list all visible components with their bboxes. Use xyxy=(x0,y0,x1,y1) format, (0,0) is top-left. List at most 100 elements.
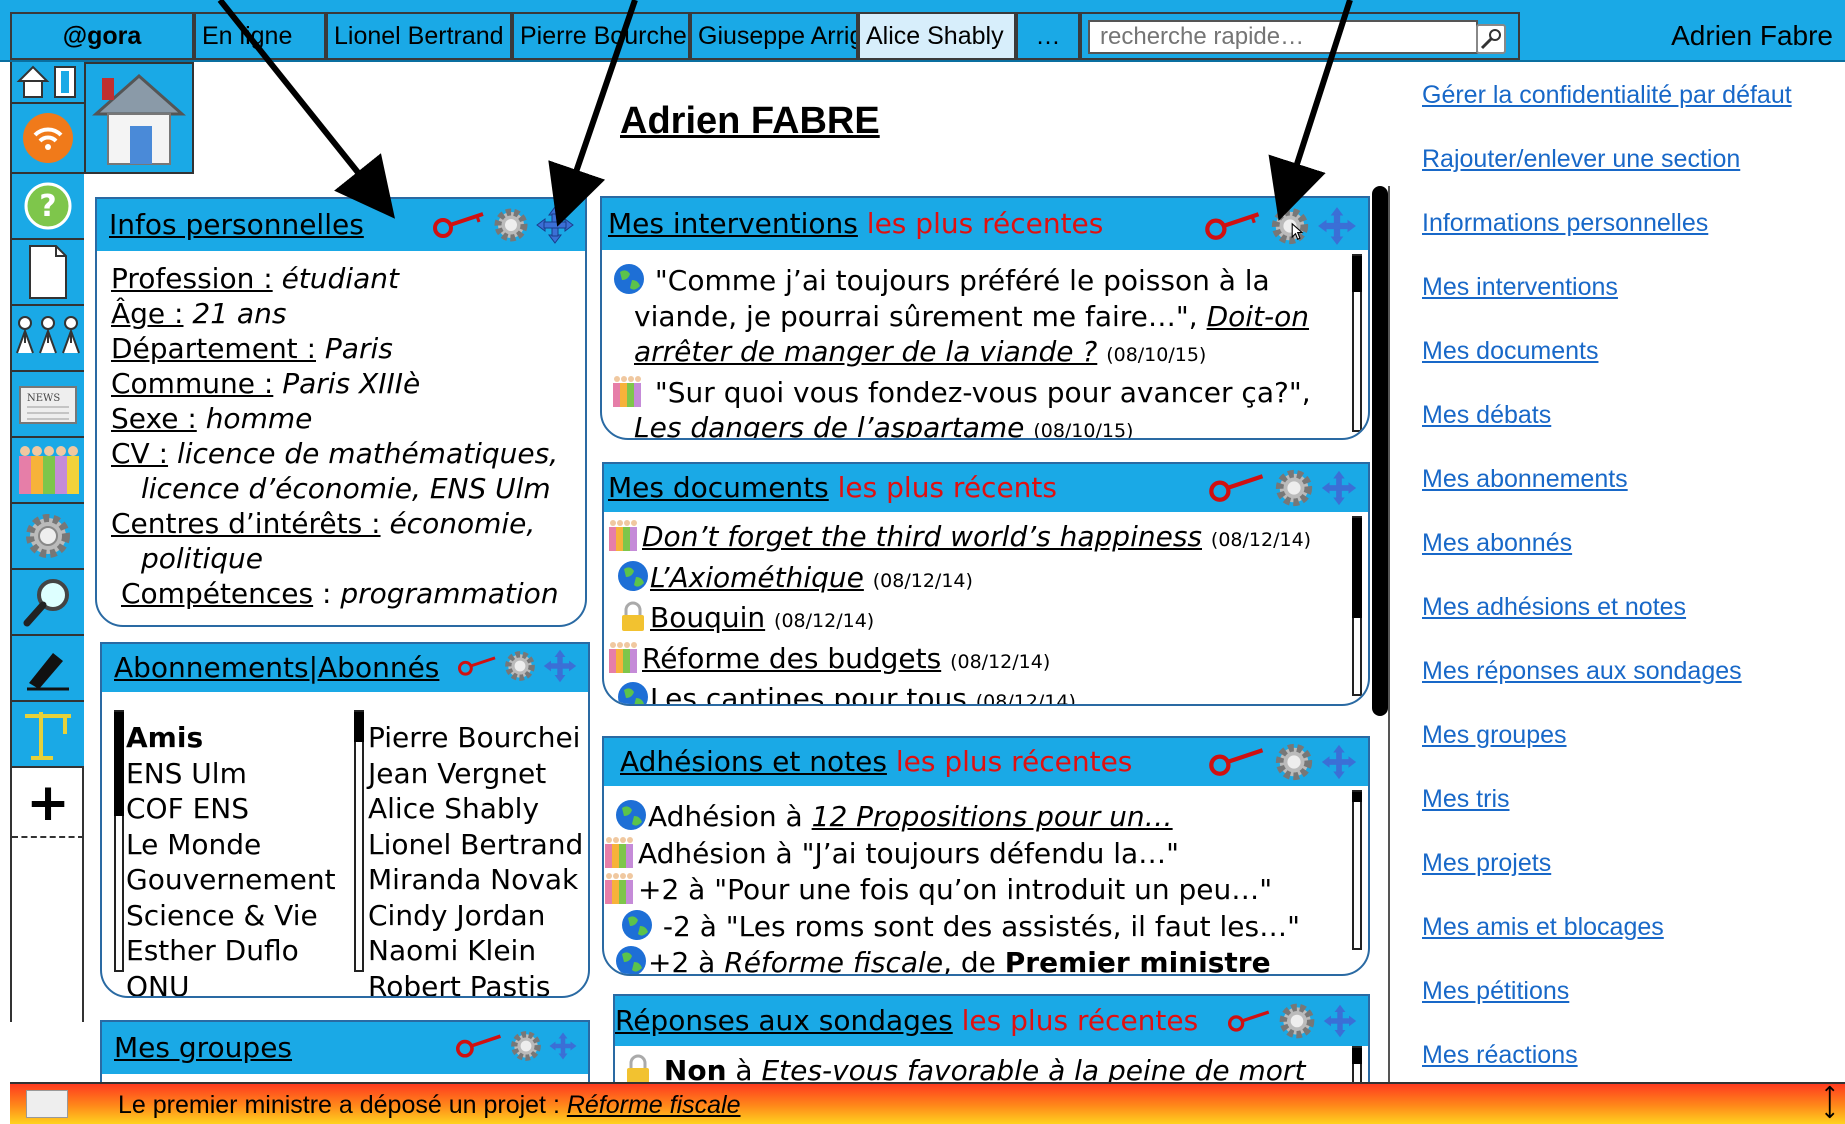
author-name[interactable]: Premier ministre xyxy=(1005,946,1271,974)
link-interventions[interactable]: Mes interventions xyxy=(1422,272,1792,336)
widget-title-link[interactable]: Infos personnelles xyxy=(109,208,364,241)
subscribers-scrollbar[interactable] xyxy=(354,710,364,972)
list-item[interactable]: Jean Vergnet xyxy=(368,756,583,792)
notification-link[interactable]: Réforme fiscale xyxy=(567,1091,741,1119)
document-link[interactable]: Bouquin xyxy=(650,601,765,634)
news-button[interactable]: NEWS xyxy=(12,372,84,438)
up-down-arrows-icon[interactable]: ↑ ↓ xyxy=(1821,1085,1839,1123)
widget-header: Abonnements|Abonnés xyxy=(102,644,588,692)
adhesion-link[interactable]: Réforme fiscale xyxy=(724,946,943,974)
link-subscribers[interactable]: Mes abonnés xyxy=(1422,528,1792,592)
gear-icon[interactable] xyxy=(491,205,531,245)
link-petitions[interactable]: Mes pétitions xyxy=(1422,976,1792,1040)
key-icon[interactable] xyxy=(1208,746,1268,778)
feed-button[interactable] xyxy=(12,104,84,174)
widget-title-link[interactable]: Adhésions et notes xyxy=(620,745,887,778)
document-link[interactable]: Réforme des budgets xyxy=(642,642,941,675)
debate-link[interactable]: Les dangers de l’aspartame xyxy=(634,411,1024,438)
gear-icon[interactable] xyxy=(1272,466,1316,510)
list-item[interactable]: Amis xyxy=(126,720,336,756)
link-documents[interactable]: Mes documents xyxy=(1422,336,1792,400)
add-section-button[interactable]: + xyxy=(12,768,84,838)
list-item[interactable]: Naomi Klein xyxy=(368,933,583,969)
gear-icon[interactable] xyxy=(1272,740,1316,784)
gear-icon[interactable] xyxy=(508,1028,544,1064)
widget-title-link[interactable]: Abonnements|Abonnés xyxy=(114,651,439,684)
brand-logo[interactable]: @gora xyxy=(10,12,194,60)
move-arrows-icon[interactable] xyxy=(1316,205,1358,247)
move-arrows-icon[interactable] xyxy=(1322,1003,1358,1039)
widget-title-link[interactable]: Mes documents xyxy=(608,471,829,504)
widget-title-link[interactable]: Réponses aux sondages xyxy=(615,1004,953,1037)
subscriptions-scrollbar[interactable] xyxy=(114,710,124,972)
tab-pierre-bourchei[interactable]: Pierre Bourchei xyxy=(512,12,690,60)
list-item[interactable]: Science & Vie xyxy=(126,898,336,934)
key-icon[interactable] xyxy=(456,1031,504,1061)
adhesion-link[interactable]: 12 Propositions pour un… xyxy=(812,800,1173,833)
current-user-name[interactable]: Adrien Fabre xyxy=(1671,20,1833,52)
widget-title-link[interactable]: Mes groupes xyxy=(114,1031,292,1064)
link-groups[interactable]: Mes groupes xyxy=(1422,720,1792,784)
projects-button[interactable] xyxy=(12,702,84,768)
move-arrows-icon[interactable] xyxy=(535,205,575,245)
key-icon[interactable] xyxy=(1204,210,1264,242)
search-button[interactable] xyxy=(1476,24,1506,54)
move-arrows-icon[interactable] xyxy=(1320,469,1358,507)
home-small-button[interactable] xyxy=(12,62,84,104)
document-link[interactable]: Don’t forget the third world’s happiness xyxy=(642,520,1202,553)
link-projects[interactable]: Mes projets xyxy=(1422,848,1792,912)
key-icon[interactable] xyxy=(433,210,487,240)
list-item[interactable]: Esther Duflo xyxy=(126,933,336,969)
list-item[interactable]: Cindy Jordan xyxy=(368,898,583,934)
link-adhesions[interactable]: Mes adhésions et notes xyxy=(1422,592,1792,656)
link-add-remove-section[interactable]: Rajouter/enlever une section xyxy=(1422,144,1792,208)
list-item[interactable]: ENS Ulm xyxy=(126,756,336,792)
link-poll-answers[interactable]: Mes réponses aux sondages xyxy=(1422,656,1792,720)
document-button[interactable] xyxy=(12,240,84,306)
link-privacy-settings[interactable]: Gérer la confidentialité par défaut xyxy=(1422,80,1792,144)
key-icon[interactable] xyxy=(1208,472,1268,504)
home-button[interactable] xyxy=(84,62,194,174)
list-item[interactable]: Alice Shably xyxy=(368,791,583,827)
link-personal-info[interactable]: Informations personnelles xyxy=(1422,208,1792,272)
lock-icon xyxy=(627,1054,649,1084)
link-sorts[interactable]: Mes tris xyxy=(1422,784,1792,848)
document-link[interactable]: L’Axiométhique xyxy=(650,561,864,594)
settings-button[interactable] xyxy=(12,504,84,570)
list-item[interactable]: COF ENS xyxy=(126,791,336,827)
link-friends-blocks[interactable]: Mes amis et blocages xyxy=(1422,912,1792,976)
main-scrollbar[interactable] xyxy=(1372,186,1388,716)
left-toolbar: ? NEWS + xyxy=(10,62,84,1022)
move-arrows-icon[interactable] xyxy=(1320,743,1358,781)
gear-icon[interactable] xyxy=(502,648,538,684)
document-link[interactable]: Les cantines pour tous xyxy=(650,682,967,704)
write-button[interactable] xyxy=(12,636,84,702)
search-input[interactable] xyxy=(1088,20,1478,54)
list-item[interactable]: ONU xyxy=(126,969,336,997)
groups-button[interactable] xyxy=(12,438,84,504)
more-tabs-button[interactable]: … xyxy=(1016,12,1080,60)
list-item[interactable]: Miranda Novak xyxy=(368,862,583,898)
list-item[interactable]: Pierre Bourchei xyxy=(368,720,583,756)
search-tool-button[interactable] xyxy=(12,570,84,636)
document-item: Les cantines pour tous (08/12/14) xyxy=(608,680,1368,704)
list-item[interactable]: Lionel Bertrand xyxy=(368,827,583,863)
tab-giuseppe-arrigo[interactable]: Giuseppe Arrigo xyxy=(690,12,858,60)
people-button[interactable] xyxy=(12,306,84,372)
help-button[interactable]: ? xyxy=(12,174,84,240)
move-arrows-icon[interactable] xyxy=(542,648,578,684)
list-item[interactable]: Robert Pastis xyxy=(368,969,583,997)
list-item[interactable]: Gouvernement xyxy=(126,862,336,898)
link-subscriptions[interactable]: Mes abonnements xyxy=(1422,464,1792,528)
move-arrows-icon[interactable] xyxy=(548,1031,578,1061)
tab-online[interactable]: En ligne xyxy=(194,12,326,60)
list-item[interactable]: Le Monde xyxy=(126,827,336,863)
tab-lionel-bertrand[interactable]: Lionel Bertrand xyxy=(326,12,512,60)
key-icon[interactable] xyxy=(458,652,498,680)
gear-icon[interactable] xyxy=(1276,1000,1318,1042)
key-icon[interactable] xyxy=(1228,1006,1272,1036)
link-debates[interactable]: Mes débats xyxy=(1422,400,1792,464)
widget-title-link[interactable]: Mes interventions xyxy=(608,207,858,240)
tab-alice-shably[interactable]: Alice Shably xyxy=(858,12,1016,60)
gear-icon[interactable] xyxy=(1268,204,1312,248)
